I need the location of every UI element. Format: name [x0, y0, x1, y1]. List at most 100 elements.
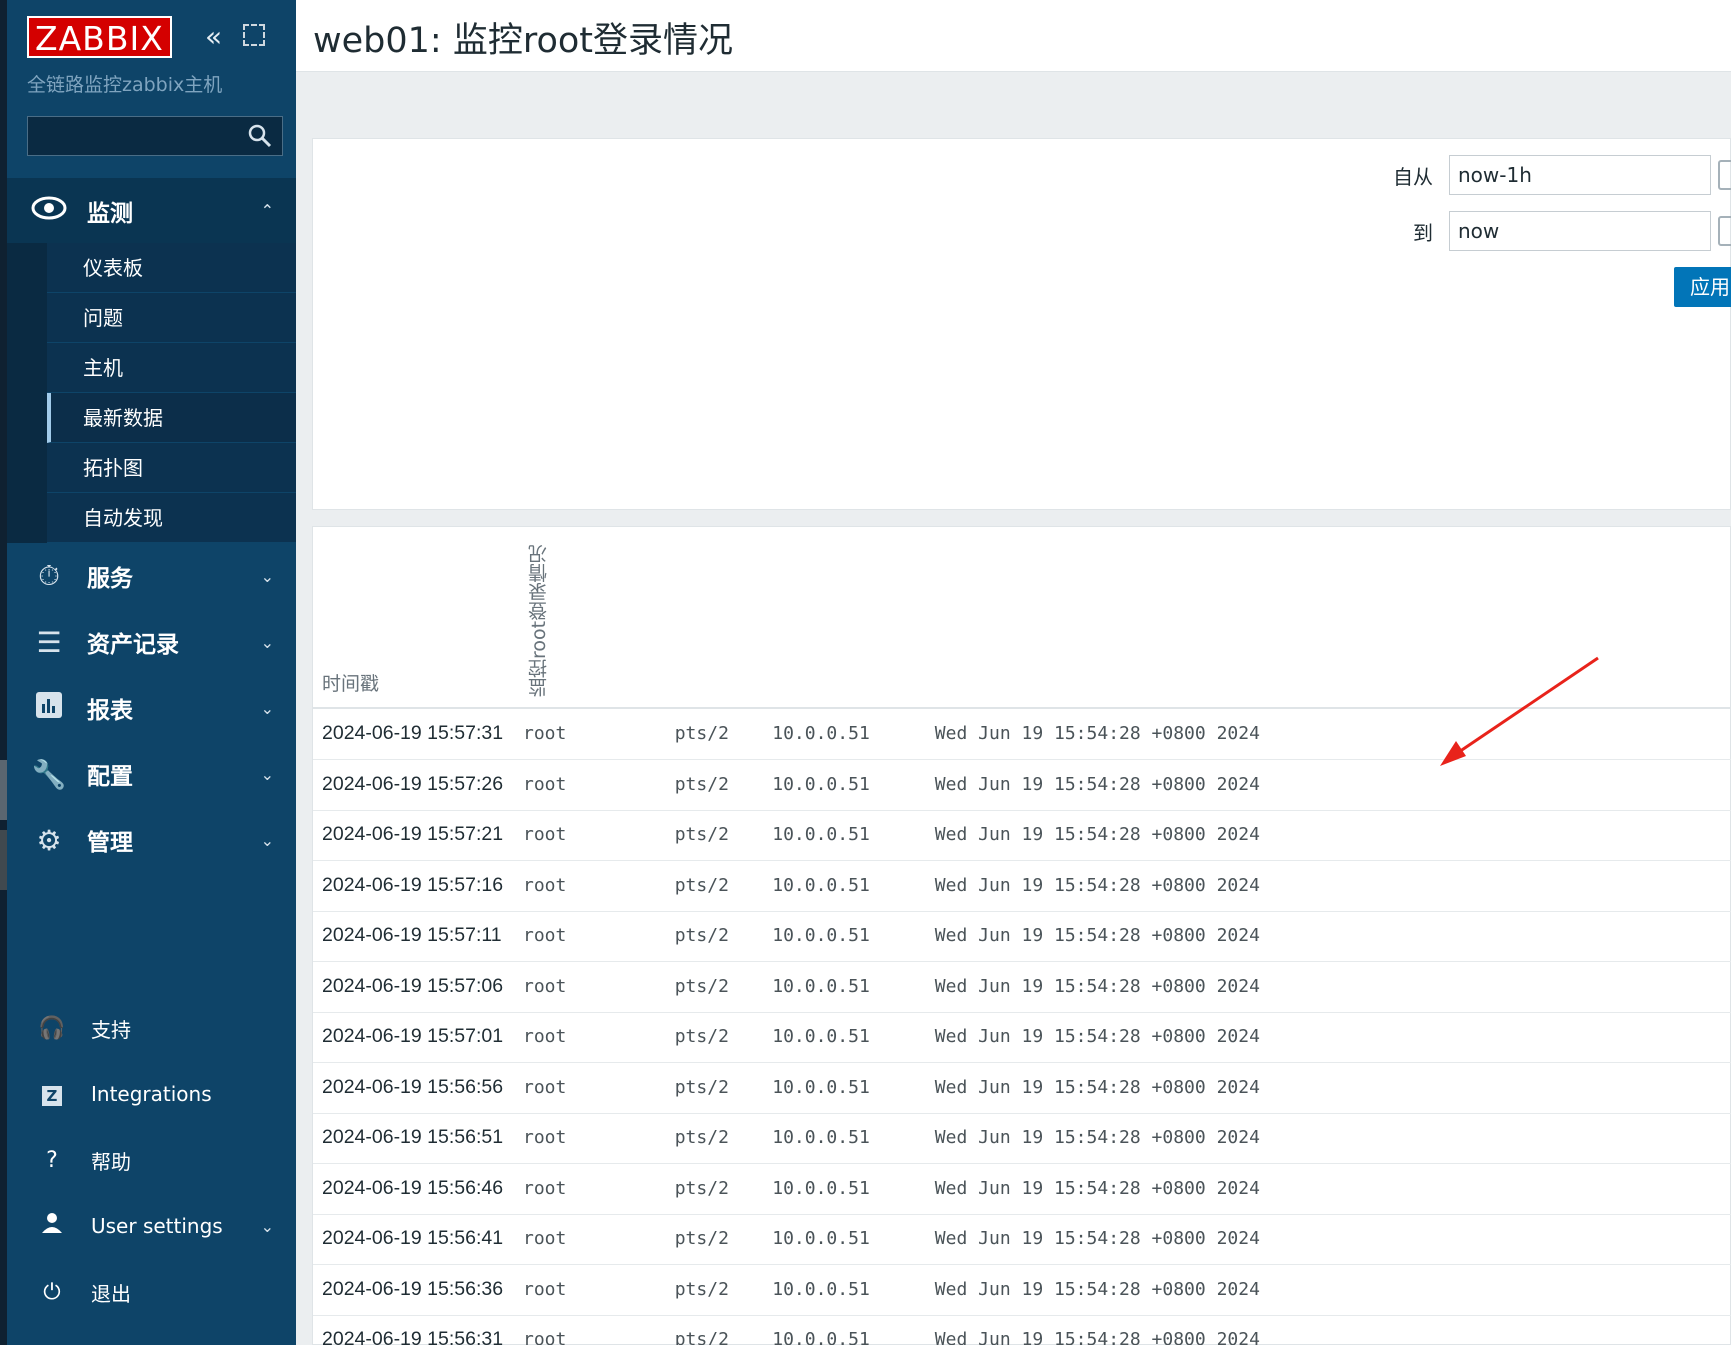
nav-support[interactable]: 🎧 支持	[7, 1000, 296, 1056]
row-timestamp: 2024-06-19 15:57:16	[322, 873, 504, 896]
table-row: 2024-06-19 15:56:56 root pts/2 10.0.0.51 …	[313, 1064, 1731, 1114]
nav-configuration-label: 配置	[87, 764, 133, 790]
calendar-icon[interactable]	[1718, 160, 1731, 190]
chevron-down-icon: ⌄	[260, 830, 274, 850]
table-row: 2024-06-19 15:56:31 root pts/2 10.0.0.51 …	[313, 1316, 1731, 1345]
table-row: 2024-06-19 15:57:11 root pts/2 10.0.0.51 …	[313, 912, 1731, 962]
nav-configuration[interactable]: 🔧 配置 ⌄	[7, 744, 296, 804]
row-value: root pts/2 10.0.0.51 Wed Jun 19 15:54:28…	[523, 874, 1260, 896]
sidebar: ZABBIX « 全链路监控zabbix主机 监测 ⌃ 仪表板 问题 主机 最新…	[7, 0, 296, 1345]
history-table: 监控root登录情况 时间戳 2024-06-19 15:57:31 root p…	[312, 526, 1731, 1345]
row-timestamp: 2024-06-19 15:57:21	[322, 823, 504, 845]
table-row: 2024-06-19 15:56:41 root pts/2 10.0.0.51 …	[313, 1215, 1731, 1265]
user-icon	[37, 1212, 67, 1240]
row-timestamp: 2024-06-19 15:57:11	[322, 924, 502, 946]
nav-dashboard[interactable]: 仪表板	[47, 243, 296, 293]
table-row: 2024-06-19 15:57:16 root pts/2 10.0.0.51 …	[313, 862, 1731, 912]
search-icon[interactable]	[248, 124, 272, 148]
table-row: 2024-06-19 15:57:06 root pts/2 10.0.0.51 …	[313, 963, 1731, 1013]
chevron-down-icon: ⌄	[260, 698, 274, 718]
row-timestamp: 2024-06-19 15:57:06	[322, 974, 504, 997]
stopwatch-icon: ⏱	[38, 559, 60, 592]
nav-administration-label: 管理	[87, 830, 133, 856]
from-input[interactable]: now-1h	[1449, 155, 1711, 195]
power-icon: ⏻	[43, 1279, 61, 1305]
wrench-icon: 🔧	[31, 757, 67, 791]
integrations-icon: Z	[37, 1082, 67, 1107]
nav-inventory[interactable]: ☰ 资产记录 ⌄	[7, 612, 296, 672]
row-timestamp: 2024-06-19 15:57:01	[322, 1025, 504, 1047]
collapse-sidebar-icon[interactable]: «	[205, 20, 222, 53]
nav-support-label: 支持	[91, 1017, 131, 1042]
nav-reports[interactable]: 报表 ⌄	[7, 678, 296, 738]
nav-hosts[interactable]: 主机	[47, 343, 296, 393]
nav-maps[interactable]: 拓扑图	[47, 443, 296, 493]
row-value: root pts/2 10.0.0.51 Wed Jun 19 15:54:28…	[523, 1026, 1260, 1047]
edge-strip	[0, 0, 7, 1345]
row-timestamp: 2024-06-19 15:57:31	[322, 722, 504, 744]
page-title: web01: 监控root登录情况	[313, 21, 734, 61]
row-value: root pts/2 10.0.0.51 Wed Jun 19 15:54:28…	[523, 1228, 1260, 1249]
to-input[interactable]: now	[1449, 211, 1711, 251]
page-header: web01: 监控root登录情况	[296, 0, 1731, 72]
row-timestamp: 2024-06-19 15:56:46	[322, 1176, 504, 1199]
calendar-icon[interactable]	[1718, 216, 1731, 246]
zabbix-logo[interactable]: ZABBIX	[27, 16, 172, 58]
row-value: root pts/2 10.0.0.51 Wed Jun 19 15:54:28…	[523, 1076, 1260, 1098]
table-row: 2024-06-19 15:56:51 root pts/2 10.0.0.51 …	[313, 1114, 1731, 1164]
search-input[interactable]	[27, 116, 283, 156]
nav-reports-label: 报表	[87, 698, 133, 724]
nav-latest-data[interactable]: 最新数据	[47, 393, 296, 443]
kiosk-mode-icon[interactable]	[243, 24, 265, 46]
row-value: root pts/2 10.0.0.51 Wed Jun 19 15:54:28…	[523, 824, 1260, 845]
row-value: root pts/2 10.0.0.51 Wed Jun 19 15:54:28…	[523, 773, 1260, 795]
row-timestamp: 2024-06-19 15:56:56	[322, 1075, 504, 1098]
chevron-down-icon: ⌄	[260, 566, 274, 586]
table-row: 2024-06-19 15:56:46 root pts/2 10.0.0.51 …	[313, 1165, 1731, 1215]
table-row: 2024-06-19 15:56:36 root pts/2 10.0.0.51 …	[313, 1266, 1731, 1316]
chevron-down-icon: ⌄	[260, 764, 274, 784]
nav-logout[interactable]: ⏻ 退出	[7, 1264, 296, 1320]
row-value: root pts/2 10.0.0.51 Wed Jun 19 15:54:28…	[523, 1127, 1260, 1148]
column-header-timestamp: 时间戳	[322, 673, 380, 695]
nav-help[interactable]: ? 帮助	[7, 1132, 296, 1188]
zabbix-window: ZABBIX « 全链路监控zabbix主机 监测 ⌃ 仪表板 问题 主机 最新…	[0, 0, 1731, 1345]
nav-administration[interactable]: ⚙ 管理 ⌄	[7, 810, 296, 870]
from-label: 自从	[1393, 165, 1433, 189]
time-filter-panel: 自从 now-1h 到 now 应用	[312, 138, 1731, 510]
table-row: 2024-06-19 15:57:31 root pts/2 10.0.0.51 …	[313, 710, 1731, 760]
column-header-item: 监控root登录情况	[528, 544, 550, 697]
nav-services[interactable]: ⏱ 服务 ⌄	[7, 546, 296, 606]
row-timestamp: 2024-06-19 15:56:41	[322, 1227, 504, 1249]
nav-integrations-label: Integrations	[91, 1082, 212, 1106]
nav-user-settings[interactable]: User settings ⌄	[7, 1198, 296, 1254]
chevron-down-icon: ⌄	[260, 632, 274, 652]
row-timestamp: 2024-06-19 15:56:36	[322, 1277, 504, 1300]
row-timestamp: 2024-06-19 15:56:51	[322, 1126, 504, 1148]
list-icon: ☰	[36, 625, 62, 659]
apply-button[interactable]: 应用	[1674, 267, 1731, 307]
table-row: 2024-06-19 15:57:26 root pts/2 10.0.0.51 …	[313, 761, 1731, 811]
nav-monitoring-label: 监测	[87, 200, 133, 227]
nav-logout-label: 退出	[91, 1281, 131, 1306]
chevron-up-icon: ⌃	[260, 201, 274, 220]
row-value: root pts/2 10.0.0.51 Wed Jun 19 15:54:28…	[523, 723, 1260, 744]
nav-services-label: 服务	[87, 566, 133, 592]
row-value: root pts/2 10.0.0.51 Wed Jun 19 15:54:28…	[523, 1278, 1260, 1300]
nav-user-settings-label: User settings	[91, 1214, 223, 1238]
nav-integrations[interactable]: Z Integrations	[7, 1066, 296, 1122]
row-value: root pts/2 10.0.0.51 Wed Jun 19 15:54:28…	[523, 975, 1260, 997]
bar-chart-icon	[27, 691, 71, 726]
table-row: 2024-06-19 15:57:21 root pts/2 10.0.0.51 …	[313, 811, 1731, 861]
nav-monitoring[interactable]: 监测 ⌃	[7, 178, 296, 243]
table-row: 2024-06-19 15:57:01 root pts/2 10.0.0.51 …	[313, 1013, 1731, 1063]
chevron-down-icon: ⌄	[260, 1216, 274, 1236]
row-value: root pts/2 10.0.0.51 Wed Jun 19 15:54:28…	[523, 1329, 1260, 1345]
nav-discovery[interactable]: 自动发现	[47, 493, 296, 543]
row-value: root pts/2 10.0.0.51 Wed Jun 19 15:54:28…	[523, 1177, 1260, 1199]
nav-inventory-label: 资产记录	[87, 632, 179, 658]
row-timestamp: 2024-06-19 15:56:31	[322, 1328, 504, 1345]
row-timestamp: 2024-06-19 15:57:26	[322, 772, 504, 795]
help-icon: ?	[46, 1147, 58, 1173]
nav-problems[interactable]: 问题	[47, 293, 296, 343]
